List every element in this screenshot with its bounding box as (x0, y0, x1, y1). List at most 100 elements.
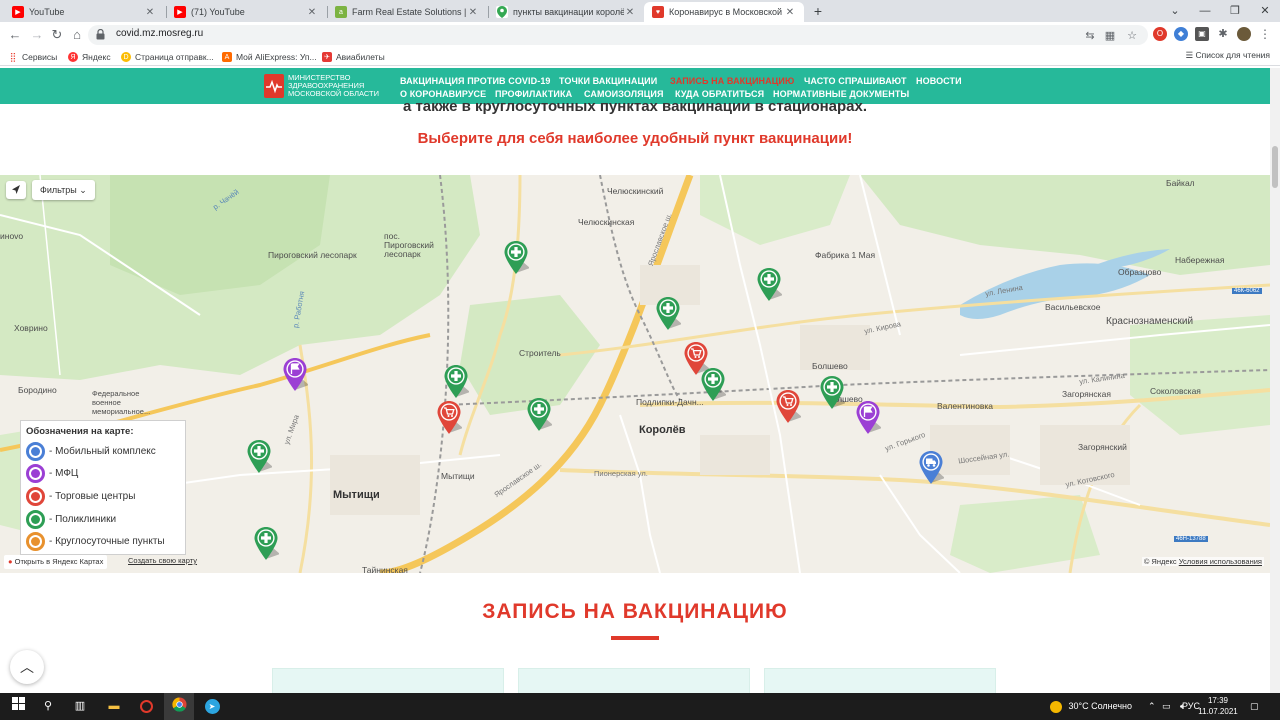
road-sign: 46К-6062 (1232, 288, 1262, 294)
chrome-icon[interactable] (169, 697, 189, 716)
bookmark-star-icon[interactable]: ☆ (1125, 29, 1139, 43)
yandex-icon: Я (68, 52, 78, 62)
street-label: Пионерская ул. (594, 469, 648, 478)
extension-badge-icon[interactable]: ▣ (1195, 27, 1209, 41)
geolocation-button[interactable] (6, 181, 26, 199)
task-view-icon[interactable]: ▥ (70, 697, 90, 716)
nav-faq[interactable]: ЧАСТО СПРАШИВАЮТ (804, 76, 907, 86)
farm-icon: a (335, 6, 347, 18)
windows-start-icon[interactable] (8, 697, 28, 716)
browser-tab[interactable]: ▶ (71) YouTube ✕ (166, 2, 326, 22)
nav-vaccination-covid[interactable]: ВАКЦИНАЦИЯ ПРОТИВ COVID-19 (400, 76, 551, 86)
close-tab-icon[interactable]: ✕ (144, 7, 156, 18)
back-button[interactable]: ← (6, 26, 24, 44)
maximize-button[interactable]: ❐ (1220, 2, 1250, 20)
nav-about-coronavirus[interactable]: О КОРОНАВИРУСЕ (400, 89, 486, 99)
signup-card[interactable] (272, 668, 504, 696)
home-button[interactable]: ⌂ (68, 26, 86, 44)
map-marker-plus[interactable] (246, 439, 273, 475)
map-marker-flag[interactable] (282, 357, 309, 393)
browser-tab-active[interactable]: ♥ Коронавирус в Московской об ✕ (644, 2, 804, 22)
signup-card[interactable] (764, 668, 996, 696)
ministry-logo[interactable]: Министерство здравоохранения Московской … (264, 74, 398, 98)
map-label-city: Мытищи (333, 489, 380, 501)
nav-vaccination-signup[interactable]: ЗАПИСЬ НА ВАКЦИНАЦИЮ (670, 76, 794, 86)
terms-link[interactable]: Условия использования (1179, 557, 1262, 566)
forward-button[interactable]: → (28, 26, 46, 44)
browser-tab[interactable]: a Farm Real Estate Solutions | Асто ✕ (327, 2, 487, 22)
heart-pulse-icon (264, 74, 284, 98)
apps-grid-icon: ⣿ (8, 51, 18, 62)
map-marker-cart[interactable] (436, 400, 463, 436)
reload-button[interactable]: ↻ (48, 26, 66, 44)
close-tab-icon[interactable]: ✕ (467, 7, 479, 18)
create-map-link[interactable]: Создать свою карту (128, 556, 197, 565)
nav-prevention[interactable]: ПРОФИЛАКТИКА (495, 89, 572, 99)
telegram-icon[interactable]: ➤ (202, 697, 222, 716)
close-tab-icon[interactable]: ✕ (624, 7, 636, 18)
system-clock[interactable]: 17:39 11.07.2021 (1198, 695, 1238, 717)
close-window-button[interactable]: ✕ (1250, 2, 1280, 20)
tray-chevron-icon[interactable]: ⌃ (1148, 693, 1156, 720)
map-label: Подлипки-Дачн... (636, 397, 704, 407)
translate-icon[interactable]: ⇆ (1083, 29, 1097, 43)
close-tab-icon[interactable]: ✕ (306, 7, 318, 18)
file-explorer-icon[interactable]: ▬ (104, 697, 124, 716)
more-menu-icon[interactable]: ⋮ (1258, 27, 1272, 41)
new-tab-button[interactable]: + (810, 3, 826, 19)
map-marker-plus[interactable] (819, 375, 846, 411)
shield-extension-icon[interactable]: ◆ (1174, 27, 1188, 41)
search-icon[interactable]: ⚲ (38, 697, 58, 716)
weather-widget[interactable]: 30°C Солнечно (1050, 693, 1132, 720)
map-label: Челюскинский (607, 186, 664, 196)
bookmark-page[interactable]: D Страница отправк... (121, 50, 214, 64)
notifications-icon[interactable]: ▢ (1250, 693, 1259, 720)
scroll-to-top-button[interactable]: ︿ (10, 650, 44, 684)
map-marker-plus[interactable] (253, 526, 280, 562)
network-icon[interactable]: ▭ (1162, 693, 1171, 720)
opera-icon[interactable] (136, 697, 156, 716)
map-marker-plus[interactable] (756, 267, 783, 303)
map-marker-plus[interactable] (443, 364, 470, 400)
map-marker-cart[interactable] (775, 389, 802, 425)
nav-self-isolation[interactable]: САМОИЗОЛЯЦИЯ (584, 89, 664, 99)
nav-where-to-go[interactable]: КУДА ОБРАТИТЬСЯ (675, 89, 764, 99)
open-in-yandex-link[interactable]: ● Открыть в Яндекс Картах (4, 555, 108, 569)
bookmark-aliexpress[interactable]: A Мой AliExpress: Уп... (222, 50, 317, 64)
browser-tab[interactable]: ▶ YouTube ✕ (4, 2, 164, 22)
close-tab-icon[interactable]: ✕ (784, 7, 796, 18)
minimize-button[interactable]: — (1190, 2, 1220, 20)
qr-code-icon[interactable]: ▦ (1103, 29, 1117, 43)
filters-dropdown[interactable]: Фильтры ⌄ (32, 180, 95, 200)
nav-vaccination-points[interactable]: ТОЧКИ ВАКЦИНАЦИИ (559, 76, 657, 86)
page-scrollbar[interactable] (1270, 68, 1280, 693)
map-marker-plus[interactable] (655, 296, 682, 332)
map-label: Челюскинская (578, 217, 635, 227)
map-label: Тайнинская (362, 565, 408, 573)
map-label: Загорянский (1078, 442, 1127, 452)
opera-extension-icon[interactable]: O (1153, 27, 1167, 41)
tab-search-icon[interactable]: ⌄ (1160, 2, 1190, 20)
map-label: Валентиновка (937, 401, 993, 411)
legend-item-mobile: - Мобильный комплекс (26, 440, 180, 463)
plus-icon (26, 509, 45, 529)
scrollbar-thumb[interactable] (1272, 146, 1278, 188)
nav-news[interactable]: НОВОСТИ (916, 76, 962, 86)
bookmark-services[interactable]: ⣿ Сервисы (8, 50, 57, 64)
browser-tab[interactable]: пункты вакцинации королёв - Г ✕ (488, 2, 644, 22)
nav-regulatory-docs[interactable]: НОРМАТИВНЫЕ ДОКУМЕНТЫ (773, 89, 909, 99)
bookmark-yandex[interactable]: Я Яндекс (68, 50, 111, 64)
signup-card[interactable] (518, 668, 750, 696)
map-marker-plus[interactable] (700, 367, 727, 403)
bookmark-aviabilety[interactable]: ✈ Авиабилеты (322, 50, 385, 64)
reading-list-button[interactable]: ☰ Список для чтения (1185, 50, 1270, 61)
map-marker-plus[interactable] (503, 240, 530, 276)
address-bar[interactable]: covid.mz.mosreg.ru ⇆ ▦ ☆ (88, 25, 1148, 45)
map-marker-plus[interactable] (526, 397, 553, 433)
map-marker-flag[interactable] (855, 400, 882, 436)
vaccination-map[interactable]: Пироговский лесопарк пос. Пироговский ле… (0, 175, 1270, 573)
avatar[interactable] (1237, 27, 1251, 41)
extensions-puzzle-icon[interactable]: ✱ (1216, 27, 1230, 41)
logo-text: Министерство здравоохранения Московской … (288, 73, 380, 98)
map-marker-truck[interactable] (918, 450, 945, 486)
